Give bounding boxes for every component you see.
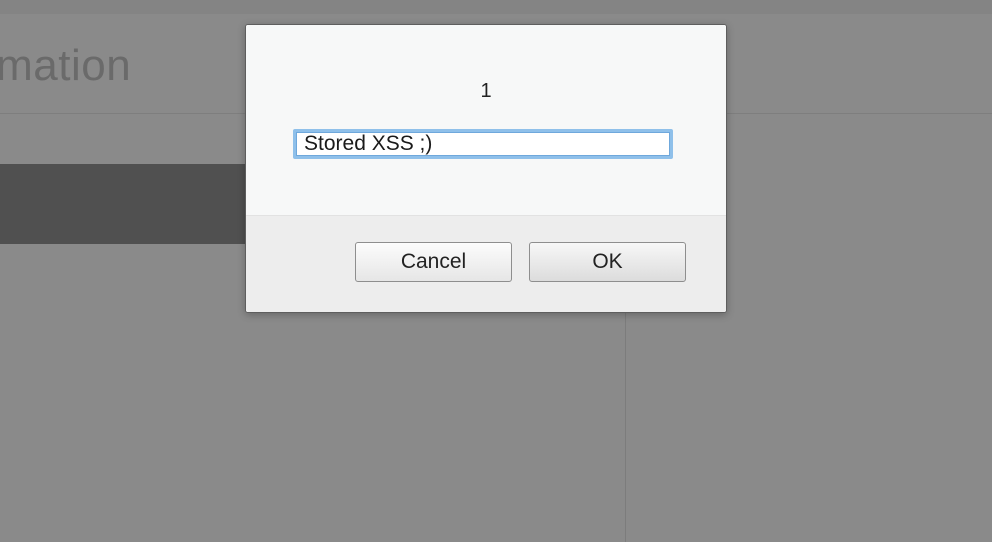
prompt-dialog-footer: Cancel OK xyxy=(246,215,726,312)
prompt-dialog: 1 Cancel OK xyxy=(245,24,727,313)
background-column-divider xyxy=(625,310,626,542)
background-header-strip xyxy=(0,0,992,14)
background-page-title: ormation xyxy=(0,41,132,90)
prompt-input[interactable] xyxy=(293,129,673,159)
ok-button[interactable]: OK xyxy=(529,242,686,282)
prompt-message: 1 xyxy=(480,80,492,102)
prompt-dialog-body: 1 xyxy=(246,25,726,215)
cancel-button[interactable]: Cancel xyxy=(355,242,512,282)
background-dark-bar xyxy=(0,164,250,244)
